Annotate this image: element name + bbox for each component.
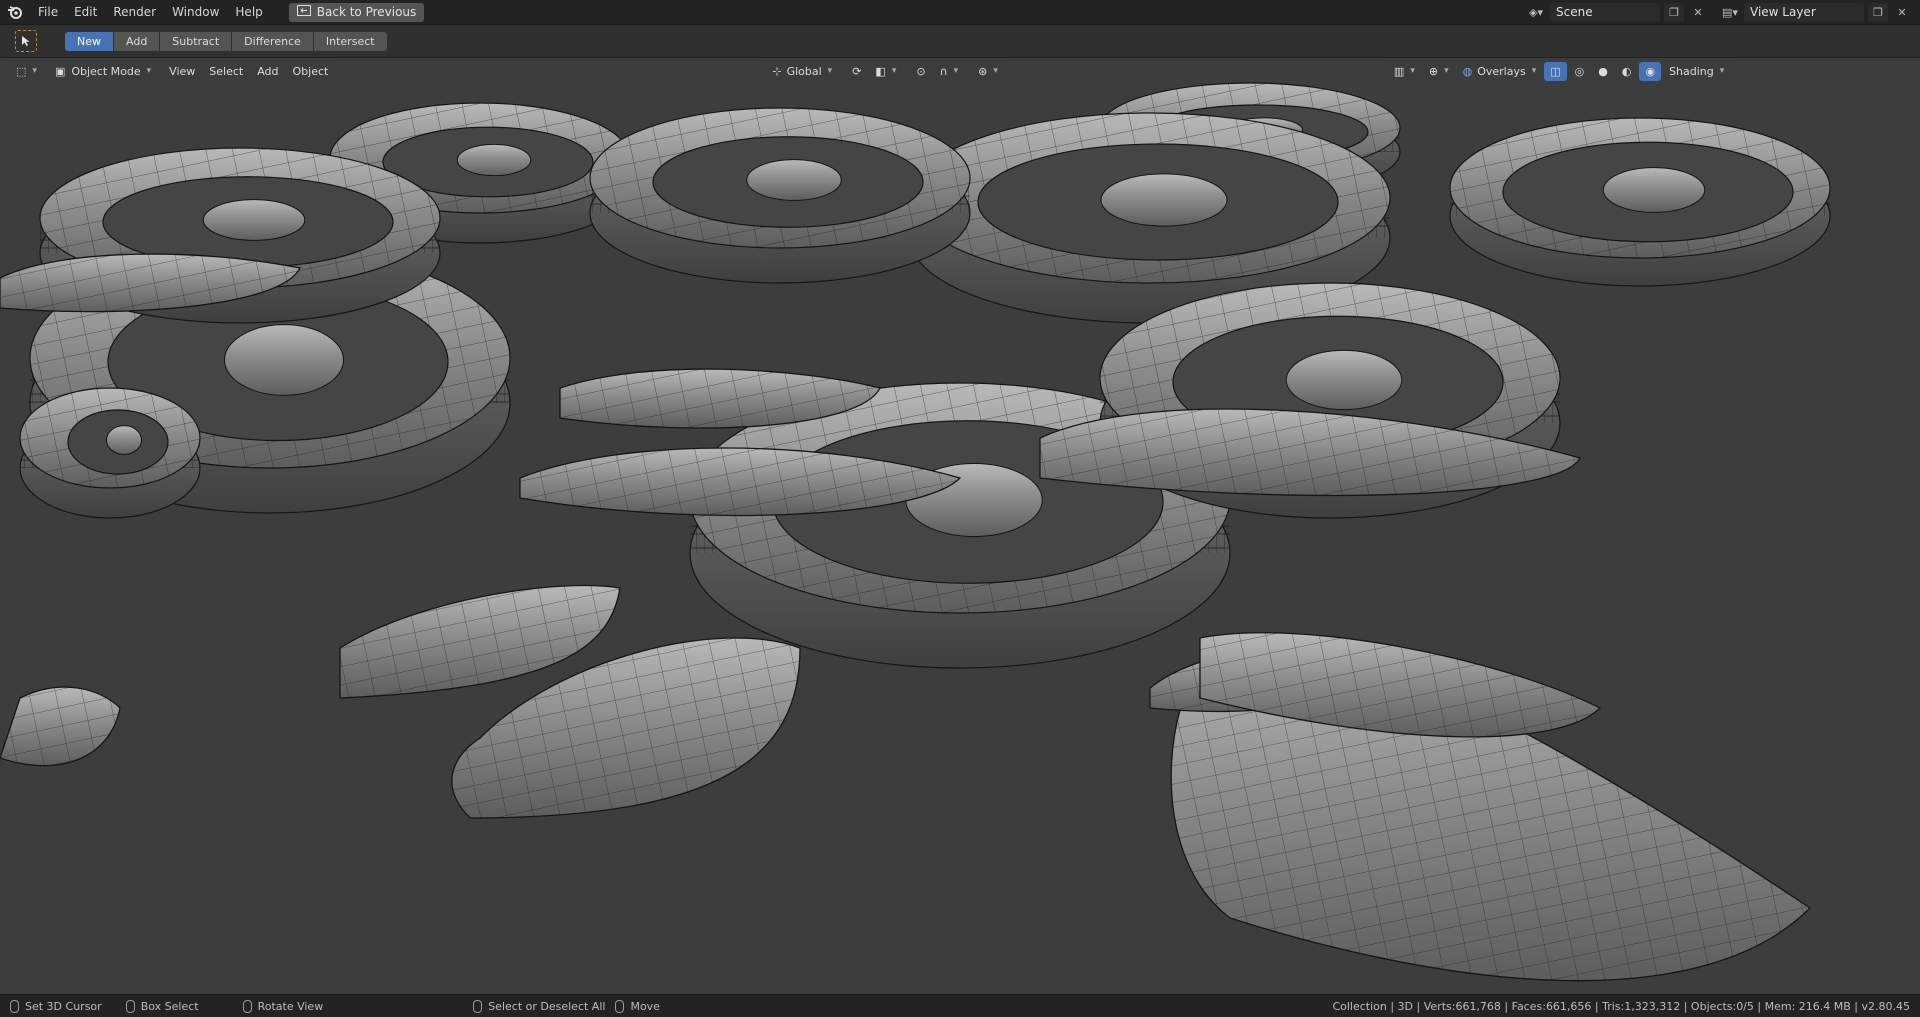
tool-header: New Add Subtract Difference Intersect	[0, 25, 1920, 58]
falloff-icon[interactable]: ∩ ▾	[933, 61, 965, 81]
scene-field[interactable]: Scene	[1550, 2, 1660, 22]
boolean-difference-button[interactable]: Difference	[232, 31, 313, 51]
mouse-right-icon	[473, 999, 483, 1013]
mouse-drag-icon	[125, 999, 135, 1013]
boolean-intersect-button[interactable]: Intersect	[313, 31, 387, 51]
status-bar: Set 3D Cursor Box Select Rotate View Sel…	[0, 994, 1920, 1017]
menu-object-label: Object	[292, 64, 329, 78]
menu-render[interactable]: Render	[105, 0, 164, 25]
hint-label: Box Select	[140, 999, 199, 1013]
menu-edit[interactable]: Edit	[66, 0, 105, 25]
menu-view-label: View	[169, 64, 196, 78]
menu-file[interactable]: File	[30, 0, 66, 25]
scroll-curl	[224, 324, 344, 396]
boolean-new-button[interactable]: New	[65, 31, 113, 51]
view-layer-field[interactable]: View Layer	[1744, 2, 1864, 22]
hint-rotate-view: Rotate View	[242, 999, 324, 1013]
editor-type-icon[interactable]: ⬚ ▾	[10, 61, 43, 81]
object-mode-dropdown[interactable]: ▣ Object Mode ▾	[48, 61, 158, 81]
menubar-right: ◈▾ Scene ❐ ✕ ▤▾ View Layer ❐ ✕	[1526, 2, 1920, 22]
select-box-icon[interactable]	[15, 30, 37, 52]
hint-set-3d-cursor: Set 3D Cursor	[10, 999, 102, 1013]
menu-add-label: Add	[257, 64, 279, 78]
scene-icon[interactable]: ◈▾	[1526, 3, 1546, 22]
xray-icon[interactable]: ◫	[1544, 61, 1567, 81]
top-menu-bar: File Edit Render Window Help Back to Pre…	[0, 0, 1920, 25]
menu-object[interactable]: Object	[286, 61, 335, 81]
scroll-curl	[746, 159, 842, 201]
scroll-curl	[456, 143, 532, 177]
mesh-render	[0, 58, 1920, 994]
copy-icon[interactable]: ❐	[1664, 2, 1684, 22]
solid-icon[interactable]: ●	[1592, 61, 1614, 81]
view-layer-name: View Layer	[1750, 5, 1816, 19]
transform-icon: ⊹	[772, 64, 782, 78]
gizmo-icon[interactable]: ⊛ ▾	[972, 61, 1004, 81]
object-mode-label: Object Mode	[71, 64, 141, 78]
scroll-curl	[1100, 173, 1228, 227]
hint-select-deselect: Select or Deselect All	[473, 999, 606, 1013]
close-icon[interactable]: ✕	[1688, 3, 1708, 22]
blender-logo-icon[interactable]	[0, 5, 30, 19]
menu-select[interactable]: Select	[203, 61, 250, 81]
shading-label: Shading	[1669, 64, 1714, 78]
mouse-left-icon	[10, 999, 19, 1013]
hint-label: Set 3D Cursor	[25, 999, 102, 1013]
hint-label: Select or Deselect All	[488, 999, 606, 1013]
view-layer-icon[interactable]: ▤▾	[1720, 3, 1740, 22]
scroll-curl	[1285, 349, 1403, 411]
back-to-previous-label: Back to Previous	[316, 5, 417, 19]
hint-box-select: Box Select	[125, 999, 199, 1013]
scroll-curl	[202, 199, 306, 241]
scene-statistics: Collection | 3D | Verts:661,768 | Faces:…	[1332, 999, 1910, 1013]
rendered-icon[interactable]: ◉	[1639, 61, 1662, 81]
visibility-icon[interactable]: ▥ ▾	[1387, 61, 1421, 81]
scroll-curl	[106, 425, 142, 455]
menu-select-label: Select	[209, 64, 244, 78]
transform-orientation-label: Global	[786, 64, 822, 78]
shading-dropdown[interactable]: Shading ▾	[1663, 61, 1731, 81]
view-layer-copy-icon[interactable]: ❐	[1868, 2, 1888, 22]
menu-help[interactable]: Help	[227, 0, 270, 25]
overlays-dropdown[interactable]: ◍ Overlays ▾	[1456, 61, 1543, 81]
gizmo-toggle-icon[interactable]: ⊕ ▾	[1422, 61, 1455, 81]
menu-window[interactable]: Window	[164, 0, 227, 25]
view-layer-close-icon[interactable]: ✕	[1892, 3, 1912, 22]
snap-icon[interactable]: ◧ ▾	[869, 61, 903, 81]
menu-view[interactable]: View	[163, 61, 202, 81]
back-to-previous-button[interactable]: Back to Previous	[288, 2, 425, 22]
boolean-add-button[interactable]: Add	[114, 31, 160, 51]
scene-name: Scene	[1556, 5, 1593, 19]
object-mode-icon: ▣	[54, 64, 66, 78]
wireframe-icon[interactable]: ◎	[1568, 61, 1591, 81]
menu-add[interactable]: Add	[251, 61, 285, 81]
material-icon[interactable]: ◐	[1615, 61, 1638, 81]
transform-orientation-dropdown[interactable]: ⊹ Global ▾	[766, 61, 839, 81]
back-icon	[296, 5, 311, 19]
scroll-curl	[1602, 167, 1706, 213]
hint-label: Move	[630, 999, 660, 1013]
hint-label: Rotate View	[257, 999, 324, 1013]
mouse-middle-icon	[242, 999, 252, 1013]
overlay-icon: ◍	[1462, 64, 1473, 78]
proportional-icon[interactable]: ⊙	[910, 61, 932, 81]
overlays-label: Overlays	[1477, 64, 1526, 78]
3d-viewport[interactable]	[0, 58, 1920, 994]
mouse-right-drag-icon	[615, 999, 625, 1013]
pivot-icon[interactable]: ⟳	[846, 61, 868, 81]
viewport-header: ⬚ ▾ ▣ Object Mode ▾ View Select Add Objec…	[0, 58, 1920, 84]
boolean-subtract-button[interactable]: Subtract	[160, 31, 232, 51]
boolean-mode-buttons: New Add Subtract Difference Intersect	[65, 31, 388, 51]
hint-move: Move	[615, 999, 660, 1013]
